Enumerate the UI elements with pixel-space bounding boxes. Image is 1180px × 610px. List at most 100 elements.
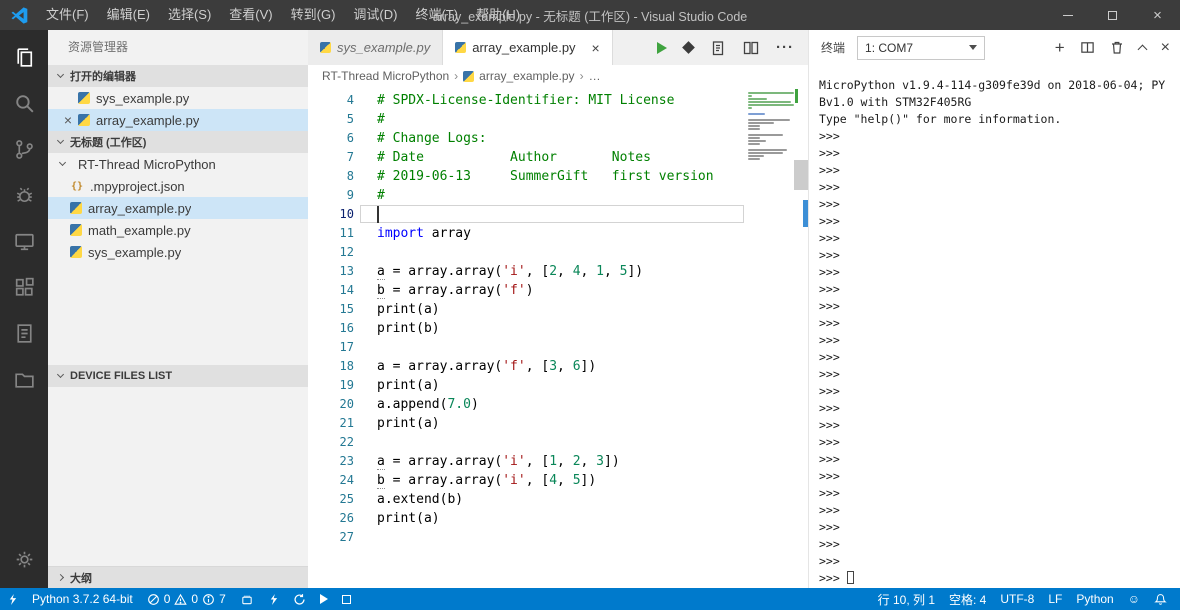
editor-scrollbar[interactable] xyxy=(794,87,808,588)
plug-icon xyxy=(9,593,17,605)
menu-item-4[interactable]: 转到(G) xyxy=(282,0,345,30)
dropdown-arrow-icon xyxy=(969,45,978,50)
code-line-23[interactable]: 23 a = array.array('i', [1, 2, 3]) xyxy=(308,452,748,471)
more-actions-button[interactable]: ··· xyxy=(776,39,794,56)
tab-sys-example[interactable]: sys_example.py xyxy=(308,30,444,65)
language-mode[interactable]: Python xyxy=(1069,588,1120,610)
kill-terminal-button[interactable] xyxy=(1110,40,1124,55)
python-interpreter[interactable]: Python 3.7.2 64-bit xyxy=(25,588,140,610)
activity-source-control[interactable] xyxy=(0,126,48,172)
folder-icon xyxy=(14,372,34,388)
code-line-27[interactable]: 27 xyxy=(308,528,748,547)
scrollbar-thumb[interactable] xyxy=(794,160,808,190)
activity-search[interactable] xyxy=(0,80,48,126)
stop-button[interactable] xyxy=(335,588,358,610)
open-editor-sys-example[interactable]: sys_example.py xyxy=(48,87,308,109)
feedback-button[interactable]: ☺ xyxy=(1121,588,1147,610)
tree-file-array-example[interactable]: array_example.py xyxy=(48,197,308,219)
tree-file-sys-example[interactable]: sys_example.py xyxy=(48,241,308,263)
split-terminal-button[interactable] xyxy=(1080,40,1095,55)
notifications-button[interactable] xyxy=(1147,588,1174,610)
run-file-button[interactable] xyxy=(657,41,667,54)
activity-debug[interactable] xyxy=(0,172,48,218)
open-editor-array-example[interactable]: × array_example.py xyxy=(48,109,308,131)
download-button[interactable] xyxy=(261,588,286,610)
section-open-editors[interactable]: 打开的编辑器 xyxy=(48,65,308,87)
minimap[interactable] xyxy=(748,92,794,164)
activity-extensions[interactable] xyxy=(0,264,48,310)
settings-button[interactable] xyxy=(0,536,48,582)
section-outline[interactable]: 大纲 xyxy=(48,566,308,588)
code-line-25[interactable]: 25 a.extend(b) xyxy=(308,490,748,509)
activity-project-files[interactable] xyxy=(0,356,48,402)
section-workspace[interactable]: 无标题 (工作区) xyxy=(48,131,308,153)
code-line-8[interactable]: 8 # 2019-06-13 SummerGift first version xyxy=(308,167,748,186)
code-line-26[interactable]: 26 print(a) xyxy=(308,509,748,528)
code-line-15[interactable]: 15 print(a) xyxy=(308,300,748,319)
new-terminal-button[interactable]: + xyxy=(1055,39,1065,56)
code-line-14[interactable]: 14 b = array.array('f') xyxy=(308,281,748,300)
code-line-22[interactable]: 22 xyxy=(308,433,748,452)
download-program-button[interactable] xyxy=(682,41,695,54)
breadcrumb-file[interactable]: array_example.py xyxy=(479,69,574,83)
monitor-icon xyxy=(14,233,34,250)
activity-explorer[interactable] xyxy=(0,34,48,80)
section-device-files[interactable]: DEVICE FILES LIST xyxy=(48,365,308,387)
terminal-title[interactable]: 终端 xyxy=(821,39,845,56)
tab-array-example[interactable]: array_example.py × xyxy=(443,30,613,65)
activity-device[interactable] xyxy=(0,218,48,264)
split-editor-button[interactable] xyxy=(743,40,759,56)
connection-status[interactable] xyxy=(0,588,25,610)
code-editor[interactable]: 4 # SPDX-License-Identifier: MIT License 5… xyxy=(308,87,808,588)
code-line-24[interactable]: 24 b = array.array('i', [4, 5]) xyxy=(308,471,748,490)
code-line-21[interactable]: 21 print(a) xyxy=(308,414,748,433)
code-line-13[interactable]: 13 a = array.array('i', [2, 4, 1, 5]) xyxy=(308,262,748,281)
json-file-icon: {} xyxy=(70,180,84,192)
stop-icon xyxy=(341,594,351,604)
menu-item-0[interactable]: 文件(F) xyxy=(37,0,98,30)
code-line-6[interactable]: 6 # Change Logs: xyxy=(308,129,748,148)
indentation[interactable]: 空格: 4 xyxy=(942,588,993,610)
maximize-button[interactable] xyxy=(1090,0,1135,30)
close-panel-button[interactable]: × xyxy=(1161,39,1170,55)
code-line-11[interactable]: 11 import array xyxy=(308,224,748,243)
breadcrumb-symbol[interactable]: … xyxy=(589,69,601,83)
code-line-20[interactable]: 20 a.append(7.0) xyxy=(308,395,748,414)
terminal-selector[interactable]: 1: COM7 xyxy=(857,35,986,60)
close-button[interactable]: × xyxy=(1135,0,1180,30)
eol-selector[interactable]: LF xyxy=(1041,588,1069,610)
close-icon[interactable]: × xyxy=(62,113,74,127)
board-button[interactable] xyxy=(233,588,261,610)
code-line-5[interactable]: 5 # xyxy=(308,110,748,129)
tree-file-math-example[interactable]: math_example.py xyxy=(48,219,308,241)
run-button[interactable] xyxy=(313,588,335,610)
code-line-16[interactable]: 16 print(b) xyxy=(308,319,748,338)
problems-indicator[interactable]: 0 0 7 xyxy=(140,588,233,610)
close-tab-icon[interactable]: × xyxy=(592,40,600,56)
breadcrumb-folder[interactable]: RT-Thread MicroPython xyxy=(322,69,449,83)
encoding[interactable]: UTF-8 xyxy=(993,588,1041,610)
code-line-7[interactable]: 7 # Date Author Notes xyxy=(308,148,748,167)
open-device-file-button[interactable] xyxy=(710,40,726,56)
menu-item-5[interactable]: 调试(D) xyxy=(344,0,406,30)
tree-file-mpyproject[interactable]: {} .mpyproject.json xyxy=(48,175,308,197)
menu-item-1[interactable]: 编辑(E) xyxy=(98,0,159,30)
maximize-panel-button[interactable] xyxy=(1137,44,1148,55)
code-line-9[interactable]: 9 # xyxy=(308,186,748,205)
tree-folder-rt-thread[interactable]: RT-Thread MicroPython xyxy=(48,153,308,175)
menu-item-3[interactable]: 查看(V) xyxy=(220,0,281,30)
python-file-icon xyxy=(78,114,90,126)
minimize-button[interactable] xyxy=(1045,0,1090,30)
activity-notebook[interactable] xyxy=(0,310,48,356)
code-line-17[interactable]: 17 xyxy=(308,338,748,357)
code-line-12[interactable]: 12 xyxy=(308,243,748,262)
sync-button[interactable] xyxy=(286,588,313,610)
code-line-4[interactable]: 4 # SPDX-License-Identifier: MIT License xyxy=(308,91,748,110)
menu-item-2[interactable]: 选择(S) xyxy=(159,0,220,30)
explorer-icon xyxy=(16,47,32,67)
code-line-10[interactable]: 10 xyxy=(308,205,748,224)
terminal-output[interactable]: MicroPython v1.9.4-114-g309fe39d on 2018… xyxy=(809,65,1180,588)
code-line-19[interactable]: 19 print(a) xyxy=(308,376,748,395)
cursor-position[interactable]: 行 10, 列 1 xyxy=(871,588,942,610)
code-line-18[interactable]: 18 a = array.array('f', [3, 6]) xyxy=(308,357,748,376)
